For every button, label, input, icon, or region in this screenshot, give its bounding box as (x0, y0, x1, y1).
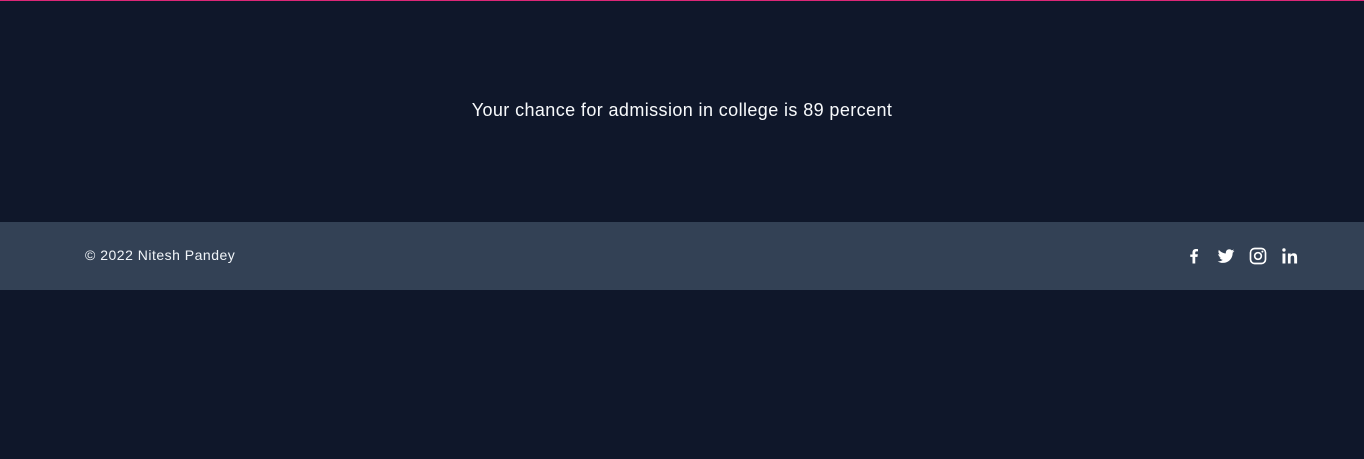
twitter-icon (1217, 249, 1235, 263)
linkedin-link[interactable] (1280, 246, 1300, 266)
result-section: Your chance for admission in college is … (0, 1, 1364, 222)
instagram-icon (1249, 247, 1267, 265)
facebook-link[interactable] (1184, 246, 1204, 266)
admission-result-text: Your chance for admission in college is … (471, 100, 893, 120)
instagram-link[interactable] (1248, 246, 1268, 266)
site-footer: © 2022 Nitesh Pandey (0, 222, 1364, 290)
facebook-icon (1190, 249, 1198, 264)
social-links (1184, 246, 1300, 266)
linkedin-icon (1282, 248, 1298, 264)
twitter-link[interactable] (1216, 246, 1236, 266)
footer-copyright: © 2022 Nitesh Pandey (85, 247, 236, 263)
